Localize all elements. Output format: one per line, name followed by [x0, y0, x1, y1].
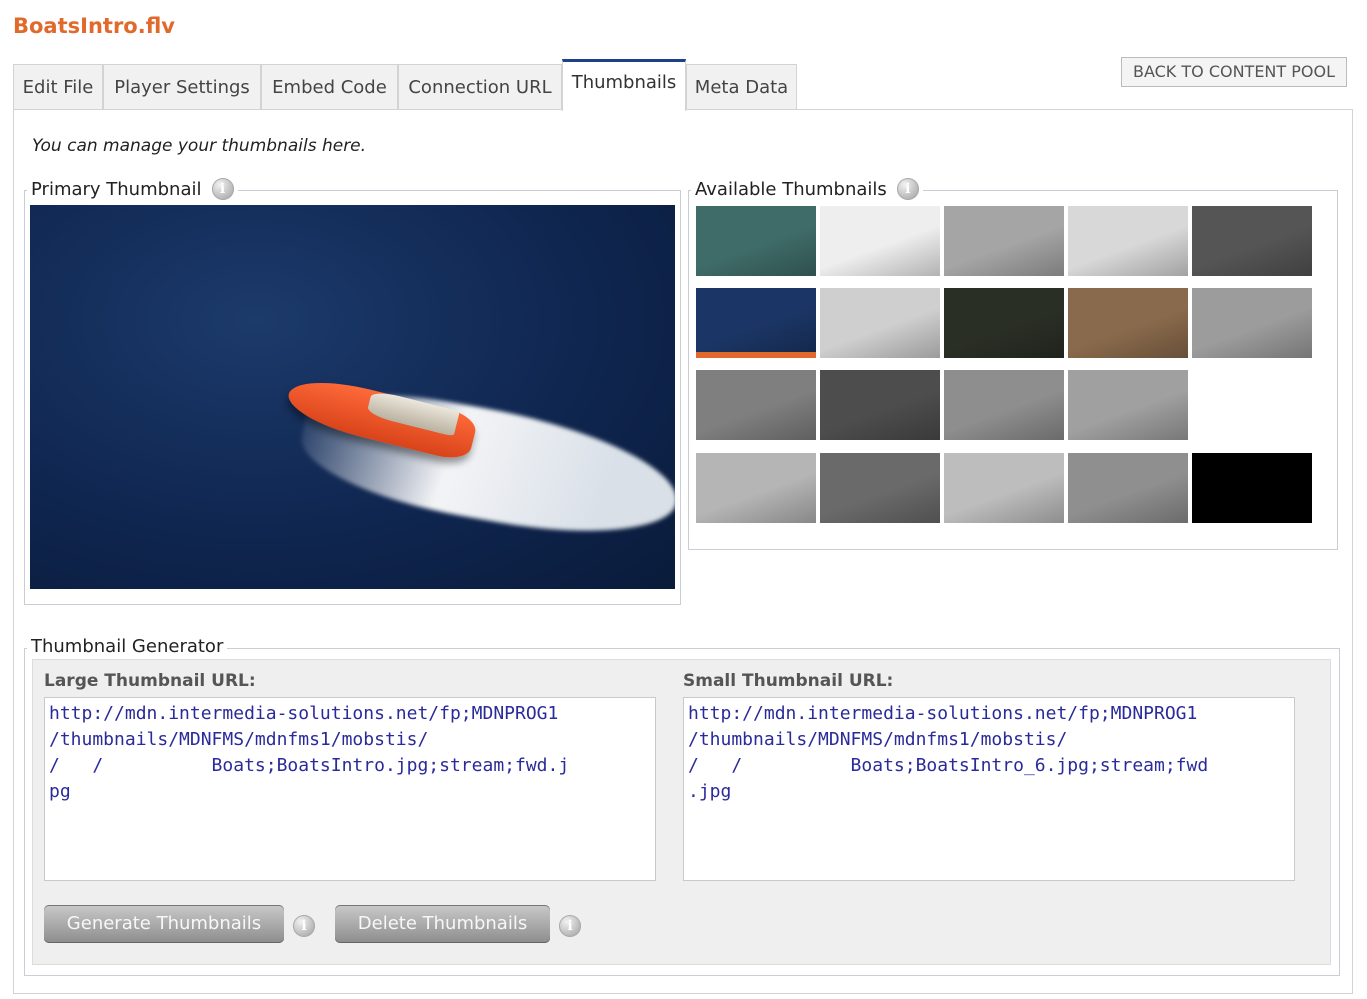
available-thumbnail[interactable]	[1192, 288, 1312, 358]
info-icon[interactable]: i	[211, 178, 234, 200]
available-thumbnail[interactable]	[1192, 453, 1312, 523]
available-thumbnail[interactable]	[820, 370, 940, 440]
tab-player-settings[interactable]: Player Settings	[103, 64, 261, 110]
tab-embed-code[interactable]: Embed Code	[261, 64, 398, 110]
primary-thumbnail-label: Primary Thumbnail	[31, 178, 202, 200]
small-thumbnail-url-field[interactable]: http://mdn.intermedia-solutions.net/fp;M…	[683, 697, 1295, 881]
available-thumbnail[interactable]	[696, 370, 816, 440]
file-title: BoatsIntro.flv	[13, 14, 175, 38]
intro-text: You can manage your thumbnails here.	[32, 136, 367, 156]
small-thumbnail-url-label: Small Thumbnail URL:	[683, 671, 894, 691]
available-thumbnail[interactable]	[696, 453, 816, 523]
large-thumbnail-url-field[interactable]: http://mdn.intermedia-solutions.net/fp;M…	[44, 697, 656, 881]
tab-connection-url[interactable]: Connection URL	[398, 64, 562, 110]
available-thumbnails-legend: Available Thumbnails i	[691, 178, 923, 200]
thumbnail-generator-label: Thumbnail Generator	[31, 636, 224, 657]
available-thumbnail[interactable]	[696, 206, 816, 276]
available-thumbnail[interactable]	[944, 453, 1064, 523]
info-icon[interactable]: i	[559, 915, 581, 937]
back-to-content-pool-button[interactable]: BACK TO CONTENT POOL	[1121, 57, 1347, 87]
available-thumbnail[interactable]	[820, 206, 940, 276]
available-thumbnail[interactable]	[944, 288, 1064, 358]
delete-thumbnails-button[interactable]: Delete Thumbnails	[335, 905, 550, 943]
primary-thumbnail-legend: Primary Thumbnail i	[27, 178, 238, 200]
available-thumbnails-label: Available Thumbnails	[695, 178, 887, 200]
available-thumbnail[interactable]	[1068, 288, 1188, 358]
thumbnail-generator-legend: Thumbnail Generator	[27, 636, 228, 657]
large-thumbnail-url-label: Large Thumbnail URL:	[44, 671, 256, 691]
available-thumbnail[interactable]	[1192, 206, 1312, 276]
available-thumbnail[interactable]	[1068, 453, 1188, 523]
info-icon[interactable]: i	[896, 178, 919, 200]
tab-thumbnails[interactable]: Thumbnails	[562, 59, 686, 111]
available-thumbnail[interactable]	[1068, 370, 1188, 440]
available-thumbnail[interactable]	[1068, 206, 1188, 276]
tab-meta-data[interactable]: Meta Data	[686, 64, 797, 110]
tab-edit-file[interactable]: Edit File	[13, 64, 103, 110]
available-thumbnail[interactable]	[944, 206, 1064, 276]
available-thumbnail[interactable]	[820, 288, 940, 358]
generate-thumbnails-button[interactable]: Generate Thumbnails	[44, 905, 284, 943]
available-thumbnail[interactable]	[820, 453, 940, 523]
available-thumbnail[interactable]	[696, 288, 816, 358]
available-thumbnail[interactable]	[1192, 370, 1312, 440]
info-icon[interactable]: i	[293, 915, 315, 937]
available-thumbnail[interactable]	[944, 370, 1064, 440]
